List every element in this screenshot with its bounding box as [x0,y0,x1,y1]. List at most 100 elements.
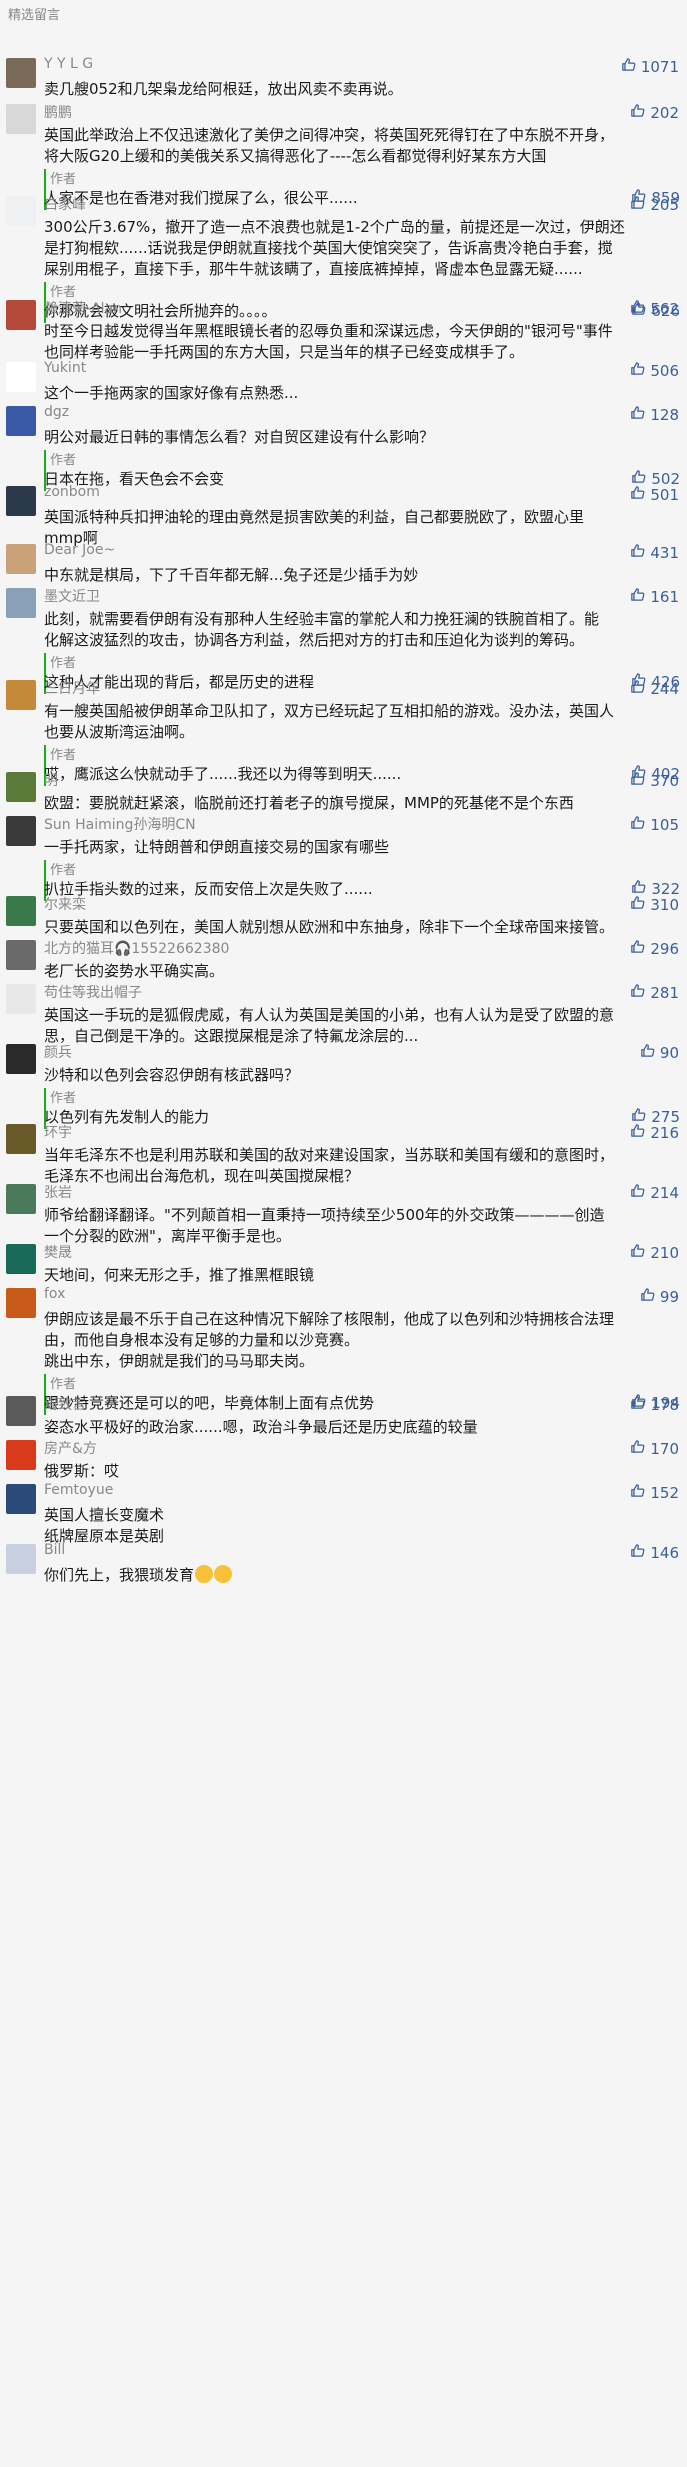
smile-emoji-icon [214,1565,233,1583]
avatar[interactable] [6,984,36,1014]
author-label: 作者 [50,863,77,878]
like-button[interactable]: 205 [629,194,679,215]
like-button[interactable]: 431 [629,542,679,563]
like-button[interactable]: 562 [629,298,679,319]
like-count: 296 [650,939,679,958]
like-button[interactable]: 501 [629,484,679,505]
thumbs-up-icon [629,938,646,959]
avatar[interactable] [6,588,36,618]
comment-text-line: 英国派特种兵扣押油轮的理由竟然是损害欧美的利益，自己都要脱欧了，欧盟心里 [44,508,585,526]
avatar[interactable] [6,1396,36,1426]
commenter-name: 颜兵 [44,1045,72,1061]
avatar[interactable] [6,58,36,88]
avatar[interactable] [6,1244,36,1274]
avatar[interactable] [6,896,36,926]
like-count: 210 [650,1243,679,1262]
avatar[interactable] [6,406,36,436]
comment-text-line: 由，而他自身根本没有足够的力量和以沙竞赛。 [44,1331,360,1349]
thumbs-up-icon [620,56,637,77]
like-button[interactable]: 244 [629,678,679,699]
like-button[interactable]: 178 [629,1394,679,1415]
like-button[interactable]: 152 [629,1482,679,1503]
section-header: 精选留言 [0,0,687,28]
comment-text-line: 思，自己倒是干净的。这跟搅屎棍是涂了特氟龙涂层的... [44,1027,419,1045]
avatar[interactable] [6,362,36,392]
like-button[interactable]: 1071 [620,56,679,77]
avatar[interactable] [6,680,36,710]
avatar[interactable] [6,1440,36,1470]
like-count: 216 [650,1123,679,1142]
like-count: 310 [650,895,679,914]
like-button[interactable]: 310 [629,894,679,915]
commenter-name: Bill [44,1542,66,1558]
avatar[interactable] [6,940,36,970]
like-count: 152 [650,1483,679,1502]
avatar[interactable] [6,104,36,134]
avatar[interactable] [6,1288,36,1318]
like-count: 202 [650,103,679,122]
comment-text-line: 也同样考验能一手托两国的东方大国，只是当年的棋子已经变成棋手了。 [44,343,525,361]
reply-text-line: 哎，鹰派这么快就动手了......我还以为得等到明天...... [44,765,402,783]
avatar[interactable] [6,1124,36,1154]
commenter-name: 白家峰 [44,197,86,213]
comment-text-line: 跳出中东，伊朗就是我们的马马耶夫岗。 [44,1352,315,1370]
like-button[interactable]: 370 [629,770,679,791]
author-label: 作者 [50,656,77,671]
comment-text-line: 只要英国和以色列在，美国人就别想从欧洲和中东抽身，除非下一个全球帝国来接管。 [44,918,615,936]
commenter-name: 赖清荣-Alan [44,301,122,317]
author-reply: 作者 502 日本在拖，看天色会不会变 [44,450,680,491]
smile-emoji-icon [195,1565,214,1583]
avatar[interactable] [6,196,36,226]
like-count: 170 [650,1439,679,1458]
avatar[interactable] [6,544,36,574]
like-button[interactable]: 281 [629,982,679,1003]
like-button[interactable]: 146 [629,1542,679,1563]
like-button[interactable]: 214 [629,1182,679,1203]
reply-text-line: 跟沙特竞赛还是可以的吧，毕竟体制上面有点优势 [44,1394,375,1412]
commenter-name: dgz [44,404,70,420]
reply-text-line: 人家不是也在香港对我们搅屎了么，很公平...... [44,189,358,207]
like-button[interactable]: 202 [629,102,679,123]
commenter-name: Sun Haiming孙海明CN [44,817,196,833]
comment-text-line: 英国人擅长变魔术 [44,1506,165,1524]
thumbs-up-icon [629,678,646,699]
commenter-name: fox [44,1286,66,1302]
avatar[interactable] [6,1184,36,1214]
thumbs-up-icon [639,1286,656,1307]
like-button[interactable]: 90 [639,1042,679,1063]
thumbs-up-icon [629,894,646,915]
avatar[interactable] [6,486,36,516]
like-button[interactable]: 99 [639,1286,679,1307]
thumbs-up-icon [629,1438,646,1459]
like-button[interactable]: 296 [629,938,679,959]
thumbs-up-icon [629,360,646,381]
like-button[interactable]: 161 [629,586,679,607]
avatar[interactable] [6,1484,36,1514]
author-label: 作者 [50,172,77,187]
commenter-name: 樊晟 [44,1245,72,1261]
like-button[interactable]: 210 [629,1242,679,1263]
like-button[interactable]: 170 [629,1438,679,1459]
like-button[interactable]: 506 [629,360,679,381]
like-count: 1071 [640,57,679,76]
thumbs-up-icon [629,1542,646,1563]
comment-text-line: 英国此举政治上不仅迅速激化了美伊之间得冲突，将英国死死得钉在了中东脱不开身， [44,126,615,144]
avatar[interactable] [6,300,36,330]
avatar[interactable] [6,1544,36,1574]
author-label: 作者 [50,453,77,468]
comment-text-line: 欧盟：要脱就赶紧滚，临脱前还打着老子的旗号搅屎，MMP的死基佬不是个东西 [44,794,574,812]
thumbs-up-icon [629,1482,646,1503]
like-button[interactable]: 105 [629,814,679,835]
avatar[interactable] [6,1044,36,1074]
commenter-name: 张岩 [44,1185,72,1201]
like-button[interactable]: 128 [629,404,679,425]
thumbs-up-icon [629,770,646,791]
like-button[interactable]: 216 [629,1122,679,1143]
avatar[interactable] [6,816,36,846]
like-count: 562 [650,299,679,318]
thumbs-up-icon [629,982,646,1003]
comment-text-line: 这个一手拖两家的国家好像有点熟悉... [44,384,299,402]
avatar[interactable] [6,772,36,802]
comment-text-line: 卖几艘052和几架枭龙给阿根廷，放出风卖不卖再说。 [44,80,403,98]
thumbs-up-icon [629,102,646,123]
